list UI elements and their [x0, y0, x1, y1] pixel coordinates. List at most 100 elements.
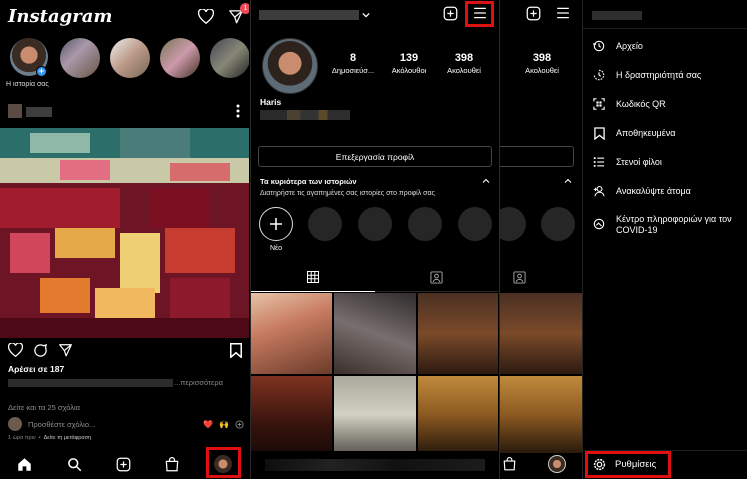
profile-name: Haris — [260, 97, 282, 107]
heart-emoji[interactable]: ❤️ — [203, 420, 213, 429]
grid-post[interactable] — [500, 376, 582, 453]
highlight-placeholder — [408, 207, 442, 241]
menu-item-archive[interactable]: Αρχείο — [592, 39, 643, 53]
close-friends-icon — [592, 156, 606, 168]
drawer-username — [592, 11, 642, 20]
notification-badge: 1 — [240, 2, 249, 14]
profile-slice: 398 Ακολουθεί Διατηρήστε τις αγαπημένες … — [500, 0, 582, 479]
highlight-menu-button — [465, 1, 494, 27]
stories-row: + Η ιστορία σας — [6, 38, 249, 88]
hamburger-menu-icon[interactable] — [556, 7, 570, 19]
post-author-avatar[interactable] — [8, 104, 22, 118]
post-grid — [251, 293, 498, 453]
plus-icon — [270, 218, 282, 230]
direct-message-icon[interactable]: 1 — [228, 2, 249, 24]
username-dropdown[interactable] — [259, 10, 370, 20]
new-post-icon[interactable] — [443, 6, 458, 21]
qr-icon — [592, 98, 606, 110]
highlights-subtitle-clipped: Διατηρήστε τις αγαπημένες σας ιστορίες σ… — [500, 190, 582, 208]
tagged-icon[interactable] — [430, 271, 443, 284]
new-highlight-button[interactable] — [259, 207, 293, 241]
grid-post[interactable] — [418, 376, 498, 453]
side-menu-drawer: Αρχείο Η δραστηριότητά σας Κωδικός QR Απ… — [582, 0, 747, 479]
post-image[interactable] — [0, 128, 249, 338]
more-link[interactable]: ...περισσότερα — [174, 378, 223, 387]
profile-panel: 8 Δημοσιεύσ... 139 Ακόλουθοι 398 Ακολουθ… — [250, 0, 498, 479]
likes-count[interactable]: Αρέσει σε 187 — [8, 364, 64, 374]
shop-icon[interactable] — [503, 457, 516, 471]
menu-item-covid[interactable]: Κέντρο πληροφοριών για τον COVID-19 — [592, 214, 742, 238]
profile-avatar[interactable] — [262, 38, 318, 94]
add-emoji-icon[interactable] — [235, 419, 244, 429]
menu-panel: 398 Ακολουθεί Διατηρήστε τις αγαπημένες … — [499, 0, 747, 479]
post-author-name[interactable] — [26, 107, 52, 117]
grid-icon[interactable] — [307, 271, 319, 283]
new-post-icon[interactable] — [116, 457, 131, 472]
grid-post[interactable] — [334, 376, 416, 453]
bookmark-icon — [592, 126, 606, 140]
drawer-divider — [583, 28, 747, 29]
grid-post[interactable] — [251, 293, 332, 374]
like-icon[interactable] — [8, 343, 23, 357]
see-translation-link[interactable]: Δείτε τη μετάφραση — [44, 435, 91, 441]
comment-icon[interactable] — [33, 343, 48, 358]
story-avatar[interactable] — [60, 38, 100, 78]
grid-post[interactable] — [251, 376, 332, 453]
grid-post[interactable] — [334, 293, 416, 374]
grid-post[interactable] — [500, 293, 582, 374]
following-label: Ακολουθεί — [525, 66, 559, 75]
edit-profile-button[interactable]: Επεξεργασία προφίλ — [258, 146, 492, 167]
post-time: 1 ώρα πριν — [8, 435, 36, 441]
following-count: 398 — [454, 52, 474, 64]
chevron-up-icon[interactable] — [482, 178, 490, 184]
profile-tabs — [251, 264, 498, 292]
home-icon[interactable] — [17, 457, 32, 472]
menu-item-saved[interactable]: Αποθηκευμένα — [592, 126, 675, 140]
share-icon[interactable] — [58, 343, 73, 357]
chevron-up-icon[interactable] — [564, 178, 572, 184]
post-header — [8, 104, 244, 120]
menu-item-label: Αποθηκευμένα — [616, 128, 676, 138]
profile-tab-avatar[interactable] — [548, 455, 566, 473]
highlights-subtitle: Διατηρήστε τις αγαπημένες σας ιστορίες σ… — [260, 190, 435, 197]
stat-following[interactable]: 398 Ακολουθεί — [436, 52, 492, 75]
shop-icon[interactable] — [165, 456, 179, 472]
search-icon[interactable] — [67, 457, 82, 472]
menu-item-label: Κέντρο πληροφοριών για τον COVID-19 — [616, 214, 732, 235]
stat-following[interactable]: 398 Ακολουθεί — [514, 52, 570, 75]
menu-item-label: Ανακαλύψτε άτομα — [616, 186, 691, 196]
edit-profile-button-slice[interactable] — [500, 146, 574, 167]
followers-label: Ακόλουθοι — [391, 66, 427, 75]
menu-item-label: Κωδικός QR — [616, 99, 666, 109]
story-avatar[interactable] — [210, 38, 249, 78]
menu-item-discover-people[interactable]: Ανακαλύψτε άτομα — [592, 184, 691, 198]
active-tab-indicator — [251, 291, 375, 292]
grid-post[interactable] — [418, 293, 498, 374]
menu-item-qr[interactable]: Κωδικός QR — [592, 97, 666, 111]
add-story-icon[interactable]: + — [36, 66, 47, 77]
add-person-icon — [592, 185, 606, 197]
stat-followers[interactable]: 139 Ακόλουθοι — [382, 52, 436, 75]
new-post-icon[interactable] — [526, 6, 541, 21]
posts-count: 8 — [349, 52, 357, 64]
highlight-profile-tab — [206, 447, 241, 478]
raised-hands-emoji[interactable]: 🙌 — [219, 420, 229, 429]
tagged-icon[interactable] — [513, 271, 526, 284]
heart-icon[interactable] — [198, 8, 214, 24]
view-all-comments[interactable]: Δείτε και τα 25 σχόλια — [8, 403, 80, 412]
highlights-title: Τα κυριότερα των ιστοριών — [260, 177, 357, 186]
story-avatar[interactable] — [160, 38, 200, 78]
time-row: 1 ώρα πριν • Δείτε τη μετάφραση — [8, 435, 92, 441]
menu-item-label: Η δραστηριότητά σας — [616, 70, 702, 80]
stat-posts[interactable]: 8 Δημοσιεύσ... — [324, 52, 382, 75]
feed-panel: Instagram 1 + Η ιστορία σας Αρέσει σε 18… — [0, 0, 249, 479]
posts-label: Δημοσιεύσ... — [331, 66, 375, 75]
more-options-icon[interactable] — [236, 104, 240, 118]
add-comment-input[interactable]: Προσθέστε σχόλιο... — [28, 420, 95, 429]
add-comment-row: Προσθέστε σχόλιο... ❤️ 🙌 — [8, 416, 244, 432]
your-story-label: Η ιστορία σας — [6, 81, 49, 88]
save-post-icon[interactable] — [230, 342, 242, 358]
menu-item-close-friends[interactable]: Στενοί φίλοι — [592, 155, 662, 169]
story-avatar[interactable] — [110, 38, 150, 78]
menu-item-activity[interactable]: Η δραστηριότητά σας — [592, 68, 701, 82]
